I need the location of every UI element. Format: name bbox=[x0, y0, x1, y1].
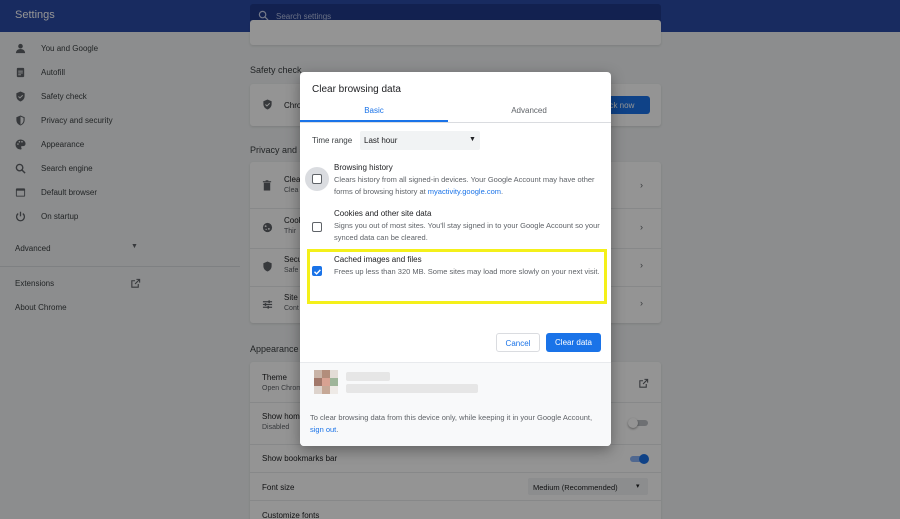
option-description: Signs you out of most sites. You'll stay… bbox=[334, 221, 600, 242]
highlight-box bbox=[307, 249, 607, 304]
option-title: Browsing history bbox=[334, 163, 393, 172]
caret-down-icon: ▼ bbox=[469, 136, 476, 143]
myactivity-link[interactable]: myactivity.google.com bbox=[428, 187, 501, 196]
option-cookies[interactable]: Cookies and other site data Signs you ou… bbox=[300, 208, 611, 248]
time-range-label: Time range bbox=[312, 136, 353, 145]
time-range-select[interactable]: Last hour ▼ bbox=[360, 131, 480, 150]
footer-note: To clear browsing data from this device … bbox=[310, 413, 593, 434]
account-email-blurred bbox=[346, 384, 478, 393]
avatar bbox=[314, 370, 339, 395]
clear-browsing-data-dialog: Clear browsing data Basic Advanced Time … bbox=[300, 72, 611, 446]
cookies-checkbox[interactable] bbox=[312, 222, 322, 232]
option-browsing-history[interactable]: Browsing history Clears history from all… bbox=[300, 162, 611, 202]
clear-data-button[interactable]: Clear data bbox=[546, 333, 601, 352]
account-section: To clear browsing data from this device … bbox=[300, 362, 611, 446]
tab-advanced[interactable]: Advanced bbox=[455, 102, 603, 123]
option-description: Clears history from all signed-in device… bbox=[334, 175, 595, 196]
cancel-button[interactable]: Cancel bbox=[496, 333, 540, 352]
browsing-history-checkbox[interactable] bbox=[312, 174, 322, 184]
account-name-blurred bbox=[346, 372, 390, 381]
option-title: Cookies and other site data bbox=[334, 209, 432, 218]
tab-divider bbox=[300, 122, 611, 123]
time-range-value: Last hour bbox=[364, 136, 398, 145]
dialog-title: Clear browsing data bbox=[312, 84, 401, 95]
sign-out-link[interactable]: sign out bbox=[310, 425, 336, 434]
